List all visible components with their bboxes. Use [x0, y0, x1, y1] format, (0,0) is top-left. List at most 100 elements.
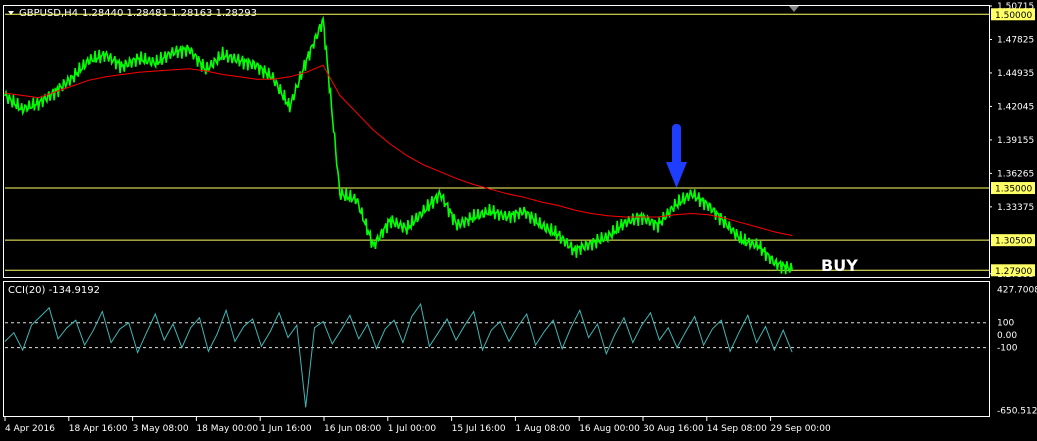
- cci-point: [243, 326, 245, 327]
- price-point: [791, 268, 793, 270]
- ma-point: [222, 74, 224, 76]
- cci-point: [384, 328, 386, 330]
- ma-point: [88, 79, 90, 81]
- cci-point: [720, 319, 722, 321]
- time-tick-label: 14 Sep 08:00: [707, 424, 767, 434]
- ma-point: [322, 64, 324, 66]
- cci-point: [402, 342, 404, 344]
- price-point: [473, 216, 475, 218]
- ma-point: [389, 143, 391, 145]
- cci-point: [517, 326, 519, 327]
- ma-point: [791, 235, 793, 237]
- price-point: [322, 19, 324, 21]
- price-point: [171, 51, 174, 54]
- cci-point: [685, 331, 687, 332]
- cci-point: [579, 309, 581, 311]
- cci-point: [269, 331, 271, 332]
- price-point: [138, 57, 140, 60]
- cci-point: [322, 321, 324, 322]
- cci-point: [756, 342, 758, 344]
- cci-point: [4, 340, 6, 342]
- price-point: [724, 221, 726, 224]
- chart-canvas: GBPUSD,H4 1.28440 1.28481 1.28163 1.2829…: [0, 0, 1037, 441]
- price-point: [121, 65, 124, 68]
- cci-point: [729, 350, 731, 352]
- ma-point: [506, 193, 508, 195]
- level-tag-label: 1.30500: [995, 237, 1032, 247]
- ma-point: [707, 214, 709, 216]
- cci-point: [712, 328, 713, 330]
- price-point: [556, 233, 559, 236]
- cci-point: [22, 349, 24, 351]
- ma-point: [356, 112, 358, 114]
- level-tag-label: 1.50000: [995, 11, 1032, 21]
- cci-point: [190, 327, 192, 329]
- cci-point: [66, 327, 68, 329]
- ma-point: [305, 71, 307, 73]
- cci-label: CCI(20) -134.9192: [8, 285, 100, 296]
- price-point: [707, 204, 710, 207]
- cci-point: [552, 319, 554, 321]
- price-point: [607, 235, 609, 238]
- price-point: [657, 224, 659, 226]
- time-tick-label: 18 Apr 16:00: [69, 424, 128, 434]
- cci-point: [499, 321, 501, 322]
- cci-point: [490, 329, 492, 331]
- price-point: [372, 245, 375, 247]
- price-tick-label: 1.33375: [997, 203, 1034, 213]
- ma-point: [4, 92, 6, 94]
- ma-point: [473, 184, 475, 186]
- cci-point: [48, 307, 50, 309]
- cci-point: [588, 337, 590, 339]
- buy-label: BUY: [821, 256, 858, 275]
- price-point: [71, 77, 73, 79]
- ma-point: [372, 129, 374, 131]
- cci-point: [154, 313, 156, 315]
- ma-point: [557, 204, 559, 206]
- ma-point: [523, 196, 525, 198]
- cci-tick-label: -100: [997, 344, 1018, 354]
- ma-point: [657, 216, 659, 218]
- ma-point: [624, 216, 626, 218]
- cci-point: [411, 316, 413, 317]
- price-point: [489, 210, 492, 213]
- ma-point: [406, 155, 408, 157]
- price-point: [272, 77, 274, 79]
- cci-point: [331, 343, 333, 345]
- price-point: [506, 216, 509, 218]
- cci-point: [632, 342, 634, 344]
- cci-tick-label: 100: [997, 319, 1014, 329]
- ma-point: [490, 188, 492, 190]
- ma-point: [540, 201, 542, 203]
- cci-point: [84, 344, 85, 346]
- ohlc-readout: 1.28440 1.28481 1.28163 1.28293: [82, 8, 257, 19]
- cci-point: [146, 332, 147, 334]
- cci-point: [75, 319, 77, 321]
- cci-point: [437, 332, 439, 334]
- cci-point: [57, 338, 59, 340]
- cci-point: [305, 406, 307, 408]
- price-point: [590, 242, 592, 245]
- price-point: [757, 245, 760, 247]
- cci-point: [650, 312, 651, 314]
- cci-point: [296, 324, 298, 326]
- ma-point: [21, 94, 23, 96]
- cci-tick-label: -650.5122: [997, 406, 1037, 416]
- cci-point: [163, 339, 165, 341]
- ma-point: [674, 214, 676, 216]
- cci-point: [367, 323, 368, 325]
- cci-point: [181, 347, 183, 348]
- price-point: [20, 108, 23, 111]
- cci-point: [597, 323, 598, 325]
- price-point: [456, 224, 458, 226]
- time-tick-label: 29 Sep 00:00: [771, 424, 831, 434]
- price-point: [523, 210, 525, 213]
- cci-point: [605, 353, 607, 355]
- time-tick-label: 30 Aug 16:00: [643, 424, 704, 434]
- cci-point: [39, 316, 41, 317]
- price-point: [389, 219, 391, 222]
- price-point: [422, 210, 425, 213]
- cci-point: [676, 347, 678, 348]
- cci-point: [199, 317, 200, 319]
- price-point: [406, 227, 408, 230]
